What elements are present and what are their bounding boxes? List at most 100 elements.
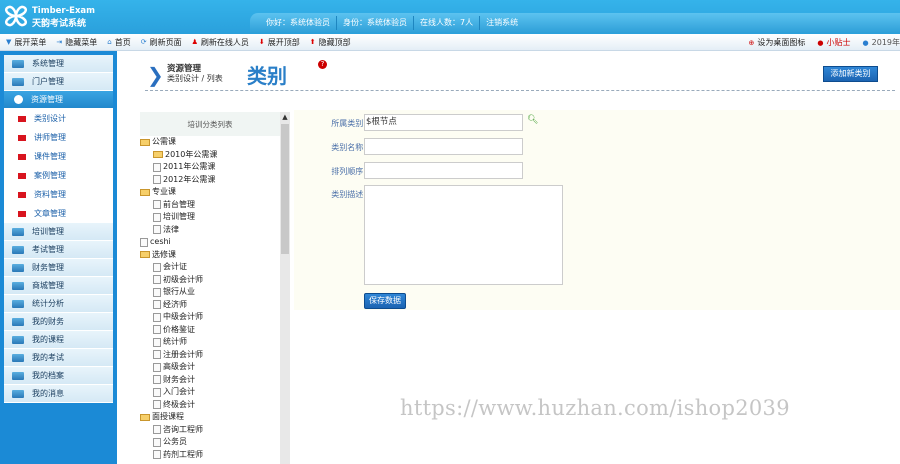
desc-textarea[interactable] xyxy=(364,185,563,285)
tree-node[interactable]: 中级会计师 xyxy=(140,311,290,324)
folder-icon xyxy=(18,153,26,160)
folder-open-icon xyxy=(140,138,150,146)
label: 面授课程 xyxy=(152,412,184,421)
scrollbar[interactable]: ▲ xyxy=(280,112,290,464)
scroll-thumb[interactable] xyxy=(281,124,289,254)
sidebar-subitem[interactable]: 课件管理 xyxy=(4,147,113,166)
tree-node[interactable]: 财务会计 xyxy=(140,374,290,387)
hide-menu-button[interactable]: ⇥ 隐藏菜单 xyxy=(56,37,97,48)
tree-node[interactable]: 银行从业 xyxy=(140,286,290,299)
folder-icon xyxy=(12,245,24,254)
sidebar-item[interactable]: 我的课程 xyxy=(4,331,113,349)
file-icon xyxy=(153,300,161,310)
greeting: 你好：系统体验员 xyxy=(260,16,337,30)
sidebar-item[interactable]: 商城管理 xyxy=(4,277,113,295)
tree-node[interactable]: 法律 xyxy=(140,224,290,237)
home-button[interactable]: ⌂ 首页 xyxy=(107,37,130,48)
header: Timber-Exam 天韵考试系统 你好：系统体验员 身份：系统体验员 在线人… xyxy=(0,0,900,34)
folder-icon xyxy=(12,281,24,290)
logout-link[interactable]: 注销系统 xyxy=(480,16,524,30)
folder-icon xyxy=(12,353,24,362)
refresh-online-button[interactable]: ♟ 刷新在线人员 xyxy=(192,37,249,48)
expand-menu-button[interactable]: ▼ 展开菜单 xyxy=(6,37,46,48)
tree-node[interactable]: ceshi xyxy=(140,236,290,249)
sidebar-item[interactable]: 培训管理 xyxy=(4,223,113,241)
add-category-button[interactable]: 添加新类别 xyxy=(823,66,878,82)
file-icon xyxy=(153,350,161,360)
sidebar-subitem[interactable]: 案例管理 xyxy=(4,166,113,185)
label: 隐藏顶部 xyxy=(318,37,351,47)
tree-node[interactable]: 入门会计 xyxy=(140,386,290,399)
file-icon xyxy=(153,325,161,335)
tree-header: 培训分类列表 xyxy=(140,112,280,136)
sidebar-item[interactable]: 考试管理 xyxy=(4,241,113,259)
help-icon[interactable]: ? xyxy=(318,60,327,69)
label: 培训管理 xyxy=(32,227,64,236)
tree-node[interactable]: 2012年公需课 xyxy=(140,174,290,187)
user-icon: ♟ xyxy=(191,38,198,46)
file-icon xyxy=(153,175,161,185)
save-button[interactable]: 保存数据 xyxy=(364,293,406,309)
sidebar-item[interactable]: 我的消息 xyxy=(4,385,113,403)
tree-node[interactable]: 专业课 xyxy=(140,186,290,199)
tree-node[interactable]: 初级会计师 xyxy=(140,274,290,287)
tips-button[interactable]: ● 小贴士 xyxy=(817,37,850,48)
sidebar-item[interactable]: 门户管理 xyxy=(4,73,113,91)
name-input[interactable] xyxy=(364,138,523,155)
sidebar-item[interactable]: 统计分析 xyxy=(4,295,113,313)
label: 类别设计 xyxy=(34,114,66,123)
tree-node[interactable]: 会计证 xyxy=(140,261,290,274)
label: 公需课 xyxy=(152,137,176,146)
tree-node[interactable]: 终极会计 xyxy=(140,399,290,412)
tree-node[interactable]: 2011年公需课 xyxy=(140,161,290,174)
tree-node[interactable]: 价格鉴证 xyxy=(140,324,290,337)
sidebar-item[interactable]: 我的档案 xyxy=(4,367,113,385)
sidebar-item[interactable]: 系统管理 xyxy=(4,55,113,73)
sidebar-item-active[interactable]: 资源管理 xyxy=(4,91,113,109)
folder-icon xyxy=(12,59,24,68)
sidebar-subitem[interactable]: 讲师管理 xyxy=(4,128,113,147)
scroll-up-icon[interactable]: ▲ xyxy=(280,113,290,121)
online-count: 在线人数：7人 xyxy=(414,16,481,30)
label: 资料管理 xyxy=(34,190,66,199)
tree-node[interactable]: 药剂工程师 xyxy=(140,449,290,462)
tree-node[interactable]: 2010年公需课 xyxy=(140,149,290,162)
label: 咨询工程师 xyxy=(163,424,203,434)
label: 2011年公需课 xyxy=(163,162,216,171)
search-icon[interactable]: 🔍︎ xyxy=(527,115,538,125)
tree-node[interactable]: 公务员 xyxy=(140,436,290,449)
sidebar-item[interactable]: 我的考试 xyxy=(4,349,113,367)
label: 商城管理 xyxy=(32,281,64,290)
folder-icon xyxy=(18,134,26,141)
sidebar-subitem[interactable]: 资料管理 xyxy=(4,185,113,204)
sidebar-subitem[interactable]: 文章管理 xyxy=(4,204,113,223)
refresh-icon: ⟳ xyxy=(140,38,147,46)
label: 经济师 xyxy=(163,299,187,309)
expand-top-button[interactable]: ⬇ 展开顶部 xyxy=(259,37,300,48)
tree-node[interactable]: 经济师 xyxy=(140,299,290,312)
tree-node[interactable]: 选修课 xyxy=(140,249,290,262)
tree-node[interactable]: 培训管理 xyxy=(140,211,290,224)
sidebar-subitem[interactable]: 类别设计 xyxy=(4,109,113,128)
parent-input[interactable]: $根节点 xyxy=(364,114,523,131)
folder-icon xyxy=(12,389,24,398)
order-input[interactable] xyxy=(364,162,523,179)
tree-node[interactable]: 公需课 xyxy=(140,136,290,149)
sidebar-item[interactable]: 我的财务 xyxy=(4,313,113,331)
desktop-icon-button[interactable]: ⊕ 设为桌面图标 xyxy=(749,37,806,48)
page-title: 类别 xyxy=(247,64,287,88)
tree-node[interactable]: 高级会计 xyxy=(140,361,290,374)
hide-top-button[interactable]: ⬆ 隐藏顶部 xyxy=(310,37,351,48)
tree-node[interactable]: 注册会计师 xyxy=(140,349,290,362)
label: 展开顶部 xyxy=(267,37,300,47)
label: 法律 xyxy=(163,224,179,234)
label: 入门会计 xyxy=(163,387,195,396)
label: 2019年 xyxy=(871,38,900,47)
tree-node[interactable]: 面授课程 xyxy=(140,411,290,424)
sidebar-item[interactable]: 财务管理 xyxy=(4,259,113,277)
tree-node[interactable]: 前台管理 xyxy=(140,199,290,212)
alert-icon: ● xyxy=(817,38,824,47)
tree-node[interactable]: 咨询工程师 xyxy=(140,424,290,437)
tree-node[interactable]: 统计师 xyxy=(140,336,290,349)
refresh-page-button[interactable]: ⟳ 刷新页面 xyxy=(141,37,182,48)
